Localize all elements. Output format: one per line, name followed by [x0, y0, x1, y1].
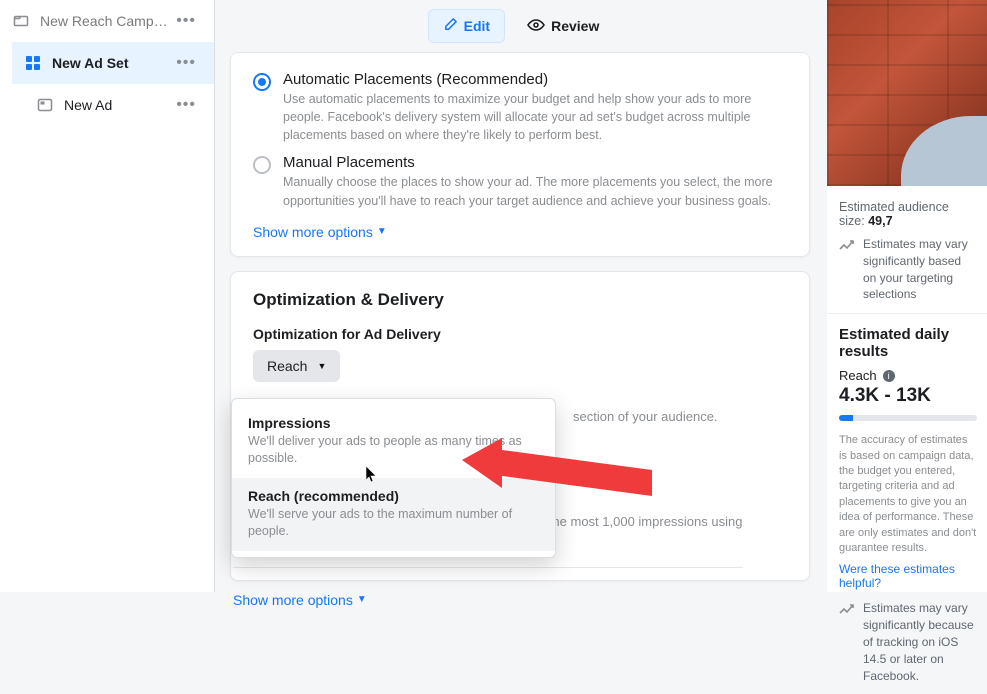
reach-label: Reach i	[839, 368, 977, 383]
sidebar-item-campaign[interactable]: New Reach Campai… •••	[0, 0, 214, 42]
estimates-helpful-link[interactable]: Were these estimates helpful?	[839, 562, 977, 590]
show-more-options-link[interactable]: Show more options ▼	[233, 592, 367, 608]
ios-tracking-note: Estimates may vary significantly because…	[839, 600, 977, 684]
opt-field-label: Optimization for Ad Delivery	[253, 326, 787, 342]
more-icon[interactable]: •••	[170, 94, 202, 116]
optimization-select[interactable]: Reach ▼	[253, 350, 340, 382]
sidebar-item-label: New Ad	[64, 97, 170, 113]
daily-results-title: Estimated daily results	[839, 326, 977, 360]
reach-progress-fill	[839, 415, 853, 421]
more-icon[interactable]: •••	[170, 52, 202, 74]
right-panel: Estimated audience size: 49,7 Estimates …	[827, 0, 987, 592]
main-panel: Automatic Placements (Recommended) Use a…	[230, 52, 810, 595]
review-label: Review	[551, 18, 599, 34]
auto-placements-title: Automatic Placements (Recommended)	[283, 71, 783, 88]
caret-down-icon: ▼	[377, 226, 387, 237]
caret-down-icon: ▼	[317, 361, 326, 371]
preview-thumbnail	[827, 0, 987, 186]
optimization-delivery-card: Optimization & Delivery Optimization for…	[230, 271, 810, 581]
left-nav: New Reach Campai… ••• New Ad Set ••• New…	[0, 0, 215, 592]
sidebar-item-label: New Ad Set	[52, 55, 170, 71]
select-value: Reach	[267, 358, 307, 374]
person-shoulder	[901, 116, 987, 186]
edit-button[interactable]: Edit	[428, 9, 505, 43]
sidebar-item-adset[interactable]: New Ad Set •••	[12, 42, 214, 84]
trend-icon	[839, 238, 855, 252]
folder-icon	[12, 12, 30, 30]
radio-checked-icon[interactable]	[253, 73, 271, 91]
radio-unchecked-icon[interactable]	[253, 156, 271, 174]
trend-icon	[839, 602, 855, 616]
placement-auto-option[interactable]: Automatic Placements (Recommended) Use a…	[253, 71, 787, 144]
placement-manual-option[interactable]: Manual Placements Manually choose the pl…	[253, 154, 787, 209]
sidebar-item-label: New Reach Campai…	[40, 13, 170, 29]
info-icon[interactable]: i	[883, 370, 895, 382]
audience-hint-text: section of your audience.	[573, 409, 718, 424]
grid-icon	[24, 54, 42, 72]
top-actions: Edit Review	[230, 6, 807, 46]
caret-down-icon: ▼	[357, 594, 367, 605]
audience-size-row: Estimated audience size: 49,7	[839, 200, 977, 228]
manual-placements-desc: Manually choose the places to show your …	[283, 173, 783, 209]
audience-size-section: Estimated audience size: 49,7 Estimates …	[827, 186, 987, 313]
pencil-icon	[443, 17, 458, 35]
manual-placements-title: Manual Placements	[283, 154, 783, 171]
accuracy-disclaimer: The accuracy of estimates is based on ca…	[839, 433, 977, 556]
auto-placements-desc: Use automatic placements to maximize you…	[283, 90, 783, 144]
ad-icon	[36, 96, 54, 114]
eye-icon	[527, 18, 545, 35]
more-icon[interactable]: •••	[170, 10, 202, 32]
dropdown-option-reach[interactable]: Reach (recommended) We'll serve your ads…	[232, 478, 555, 551]
reach-range: 4.3K - 13K	[839, 385, 977, 407]
optimization-dropdown: Impressions We'll deliver your ads to pe…	[231, 398, 556, 558]
daily-results-section: Estimated daily results Reach i 4.3K - 1…	[827, 313, 987, 694]
show-more-options-link[interactable]: Show more options ▼	[253, 224, 387, 240]
placements-card: Automatic Placements (Recommended) Use a…	[230, 52, 810, 257]
section-title: Optimization & Delivery	[253, 290, 787, 310]
sidebar-item-ad[interactable]: New Ad •••	[24, 84, 214, 126]
edit-label: Edit	[464, 18, 490, 34]
dropdown-option-impressions[interactable]: Impressions We'll deliver your ads to pe…	[232, 405, 555, 478]
estimate-variance-note: Estimates may vary significantly based o…	[839, 236, 977, 303]
reach-progress-bar	[839, 415, 977, 421]
review-button[interactable]: Review	[517, 11, 609, 42]
